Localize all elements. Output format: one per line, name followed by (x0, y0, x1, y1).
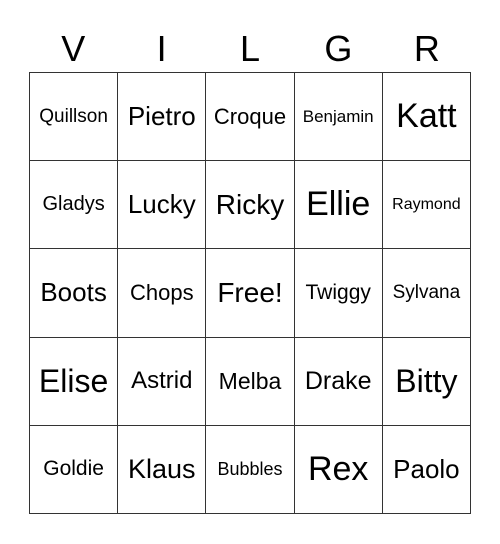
bingo-cell: Gladys (30, 161, 119, 250)
bingo-cell: Astrid (118, 337, 207, 426)
bingo-cell: Melba (206, 337, 295, 426)
bingo-cell: Lucky (118, 161, 207, 250)
bingo-cell: Drake (294, 337, 383, 426)
header-letter: R (413, 28, 440, 69)
bingo-cell: Ellie (294, 161, 383, 250)
bingo-cell: Goldie (30, 425, 119, 514)
bingo-cell: Bitty (382, 337, 471, 426)
bingo-cell: Raymond (382, 161, 471, 250)
header-letter: L (240, 28, 261, 69)
header-letter: V (61, 28, 86, 69)
bingo-cell: Twiggy (294, 249, 383, 338)
free-space-cell: Free! (206, 249, 295, 338)
bingo-cell: Croque (206, 73, 295, 162)
header-letter: I (156, 28, 167, 69)
bingo-cell: Elise (30, 337, 119, 426)
bingo-cell: Paolo (382, 425, 471, 514)
bingo-cell: Chops (118, 249, 207, 338)
bingo-cell: Ricky (206, 161, 295, 250)
bingo-cell: Rex (294, 425, 383, 514)
bingo-cell: Klaus (118, 425, 207, 514)
bingo-cell: Boots (30, 249, 119, 338)
header-letter: G (324, 28, 353, 69)
bingo-cell: Katt (382, 73, 471, 162)
bingo-cell: Benjamin (294, 73, 383, 162)
bingo-header: V I L G R (29, 26, 471, 72)
bingo-cell: Pietro (118, 73, 207, 162)
bingo-cell: Quillson (30, 73, 119, 162)
bingo-cell: Sylvana (382, 249, 471, 338)
bingo-cell: Bubbles (206, 425, 295, 514)
bingo-grid: Quillson Pietro Croque Benjamin Katt Gladys Lu… (29, 72, 471, 514)
